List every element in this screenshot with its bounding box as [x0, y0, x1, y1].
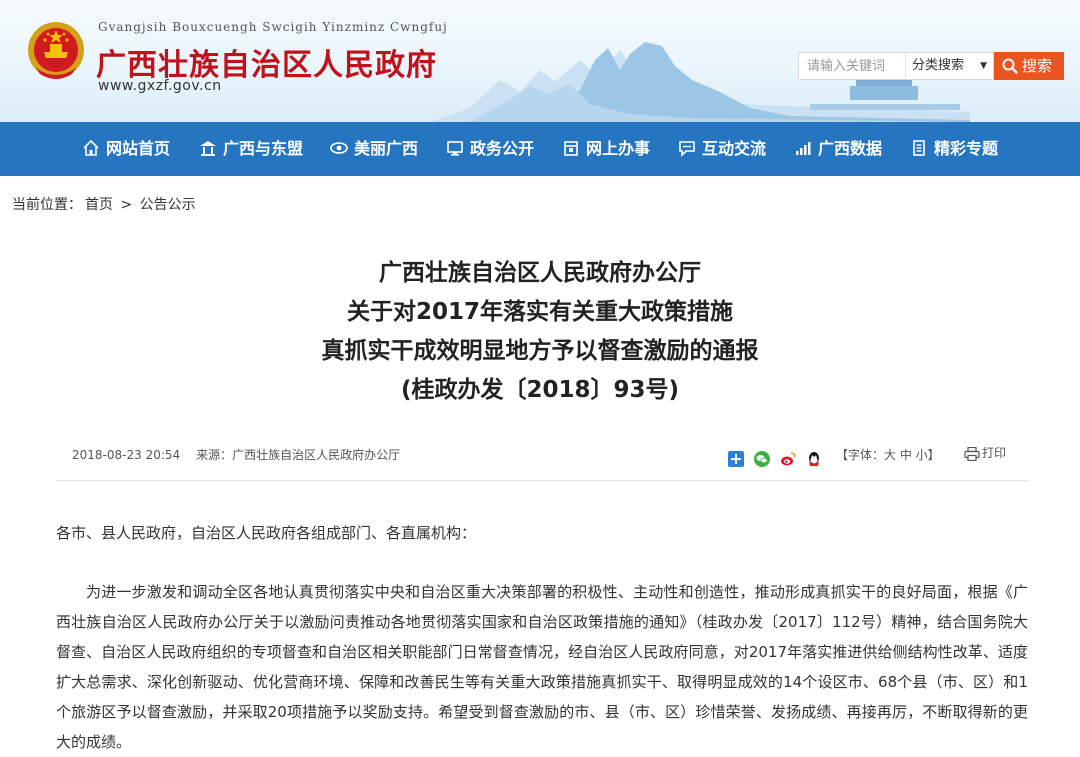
- meta-divider: [56, 480, 1028, 481]
- national-emblem-icon: [28, 22, 84, 79]
- nav-item-beautiful-guangxi[interactable]: 美丽广西: [330, 122, 418, 176]
- weibo-icon[interactable]: [780, 451, 796, 467]
- site-pinyin-name: Gvangjsih Bouxcuengh Swcigih Yinzminz Cw…: [98, 20, 448, 34]
- printer-icon: [964, 446, 980, 461]
- article-title-line-2: 关于对2017年落实有关重大政策措施: [346, 299, 733, 325]
- article-salutation: 各市、县人民政府，自治区人民政府各组成部门、各直属机构：: [56, 524, 477, 542]
- document-icon: [913, 139, 925, 156]
- font-size-control[interactable]: 【字体：大 中 小】: [836, 446, 940, 463]
- bar-signal-icon: [796, 141, 811, 155]
- home-icon: [83, 139, 99, 156]
- chevron-down-icon: ▼: [980, 61, 987, 71]
- calendar-icon: [564, 140, 578, 156]
- article-paragraph: 为进一步激发和调动全区各地认真贯彻落实中央和自治区重大决策部署的积极性、主动性和…: [56, 583, 1028, 751]
- share-plus-icon[interactable]: [728, 450, 744, 467]
- breadcrumb: 当前位置： 首页 > 公告公示: [12, 194, 199, 214]
- search-icon: [1002, 58, 1018, 74]
- search-category-value: 分类搜索: [912, 58, 965, 73]
- article-date: 2018-08-23 20:54: [72, 448, 181, 462]
- search-button[interactable]: 搜索: [994, 52, 1064, 80]
- site-url: www.gxzf.gov.cn: [98, 78, 222, 94]
- article-title-line-1: 广西壮族自治区人民政府办公厅: [379, 260, 701, 286]
- nav-item-guangxi-asean[interactable]: 广西与东盟: [199, 122, 303, 176]
- nav-item-interaction[interactable]: 互动交流: [678, 122, 766, 176]
- nav-item-government-affairs[interactable]: 政务公开: [446, 122, 534, 176]
- article-title-line-3: 真抓实干成效明显地方予以督查激励的通报: [321, 338, 759, 364]
- article-source: 来源：广西壮族自治区人民政府办公厅: [196, 448, 401, 462]
- breadcrumb-prefix: 当前位置：: [12, 197, 82, 213]
- print-label: 打印: [982, 446, 1007, 460]
- print-button[interactable]: 打印: [964, 444, 1006, 461]
- search-button-label: 搜索: [1022, 57, 1053, 75]
- breadcrumb-separator: >: [120, 197, 133, 213]
- share-icons: [728, 448, 827, 467]
- nav-item-guangxi-data[interactable]: 广西数据: [794, 122, 882, 176]
- nav-item-online-services[interactable]: 网上办事: [562, 122, 650, 176]
- search-input[interactable]: [799, 53, 903, 79]
- wechat-icon[interactable]: [754, 450, 771, 467]
- nav-item-home[interactable]: 网站首页: [82, 122, 170, 176]
- nav-item-featured-topics[interactable]: 精彩专题: [910, 122, 998, 176]
- search-category-select[interactable]: 分类搜索 ▼: [905, 53, 993, 79]
- qq-icon[interactable]: [806, 451, 822, 467]
- article-document-number: (桂政办发〔2018〕93号): [400, 377, 680, 403]
- site-header: Gvangjsih Bouxcuengh Swcigih Yinzminz Cw…: [0, 0, 1080, 122]
- main-nav: 网站首页 广西与东盟 美丽广西 政务公开 网上办事 互动交流 广西数据 精彩专题: [0, 122, 1080, 176]
- breadcrumb-current[interactable]: 公告公示: [140, 197, 196, 213]
- chat-icon: [679, 140, 695, 157]
- monitor-icon: [447, 140, 463, 156]
- eye-icon: [330, 141, 348, 154]
- pavilion-icon: [200, 140, 216, 156]
- search-box: 分类搜索 ▼: [798, 52, 994, 80]
- article-title: 广西壮族自治区人民政府办公厅 关于对2017年落实有关重大政策措施 真抓实干成效…: [0, 254, 1080, 410]
- breadcrumb-home-link[interactable]: 首页: [85, 197, 113, 213]
- article-meta: 2018-08-23 20:54 来源：广西壮族自治区人民政府办公厅: [72, 446, 400, 463]
